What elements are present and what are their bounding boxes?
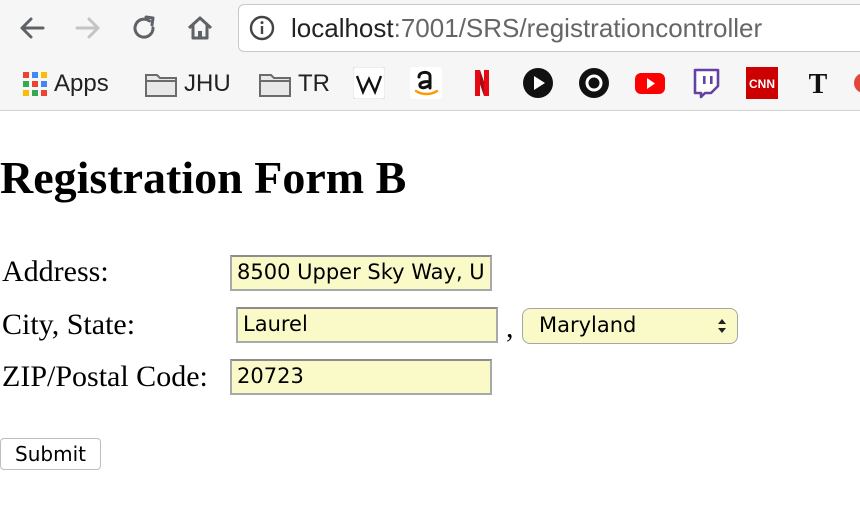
- url-path: :7001/SRS/registrationcontroller: [393, 13, 763, 43]
- arrow-right-icon: [75, 17, 100, 39]
- bookmark-apps-label: Apps: [54, 70, 109, 97]
- url-host: localhost: [291, 13, 394, 43]
- select-arrows-icon: [718, 319, 726, 333]
- browser-toolbar: localhost:7001/SRS/registrationcontrolle…: [0, 0, 860, 58]
- city-state-separator: ,: [506, 311, 514, 344]
- city-input[interactable]: Laurel: [236, 307, 498, 343]
- url-text[interactable]: localhost:7001/SRS/registrationcontrolle…: [291, 13, 762, 43]
- state-select[interactable]: Maryland: [522, 308, 738, 344]
- reload-icon: [133, 15, 155, 39]
- bookmark-overflow-icon[interactable]: [850, 66, 860, 100]
- svg-text:CNN: CNN: [749, 77, 775, 91]
- page-title: Registration Form B: [0, 152, 407, 203]
- bookmark-folder-label: TR: [298, 70, 330, 97]
- bookmark-folder-tr[interactable]: TR: [258, 66, 330, 102]
- info-icon[interactable]: [249, 15, 275, 41]
- folder-icon: [259, 74, 291, 97]
- folder-icon: [145, 74, 177, 97]
- cnn-icon[interactable]: CNN: [745, 66, 779, 100]
- home-icon: [187, 16, 213, 40]
- back-button[interactable]: [14, 10, 50, 46]
- netflix-icon[interactable]: [465, 66, 499, 100]
- bookmark-apps[interactable]: Apps: [22, 66, 109, 102]
- circle-icon[interactable]: [577, 66, 611, 100]
- submit-button[interactable]: Submit: [0, 438, 101, 470]
- apps-grid-icon: [23, 72, 47, 96]
- wikipedia-icon[interactable]: [352, 66, 386, 100]
- reload-button[interactable]: [126, 10, 162, 46]
- home-button[interactable]: [182, 10, 218, 46]
- bookmark-folder-jhu[interactable]: JHU: [144, 66, 231, 102]
- play-icon[interactable]: [521, 66, 555, 100]
- address-bar[interactable]: localhost:7001/SRS/registrationcontrolle…: [238, 4, 860, 52]
- zip-input[interactable]: 20723: [230, 359, 492, 395]
- state-select-value: Maryland: [539, 313, 637, 337]
- zip-label: ZIP/Postal Code:: [2, 360, 208, 393]
- bookmark-folder-label: JHU: [184, 70, 231, 97]
- city-state-label: City, State:: [2, 308, 136, 341]
- svg-text:T: T: [809, 69, 828, 99]
- youtube-icon[interactable]: [633, 66, 667, 100]
- arrow-left-icon: [20, 17, 45, 39]
- forward-button[interactable]: [70, 10, 106, 46]
- nytimes-icon[interactable]: T: [801, 66, 835, 100]
- twitch-icon[interactable]: [689, 66, 723, 100]
- address-label: Address:: [2, 255, 109, 288]
- address-input[interactable]: 8500 Upper Sky Way, U: [230, 255, 492, 291]
- amazon-icon[interactable]: [409, 66, 443, 100]
